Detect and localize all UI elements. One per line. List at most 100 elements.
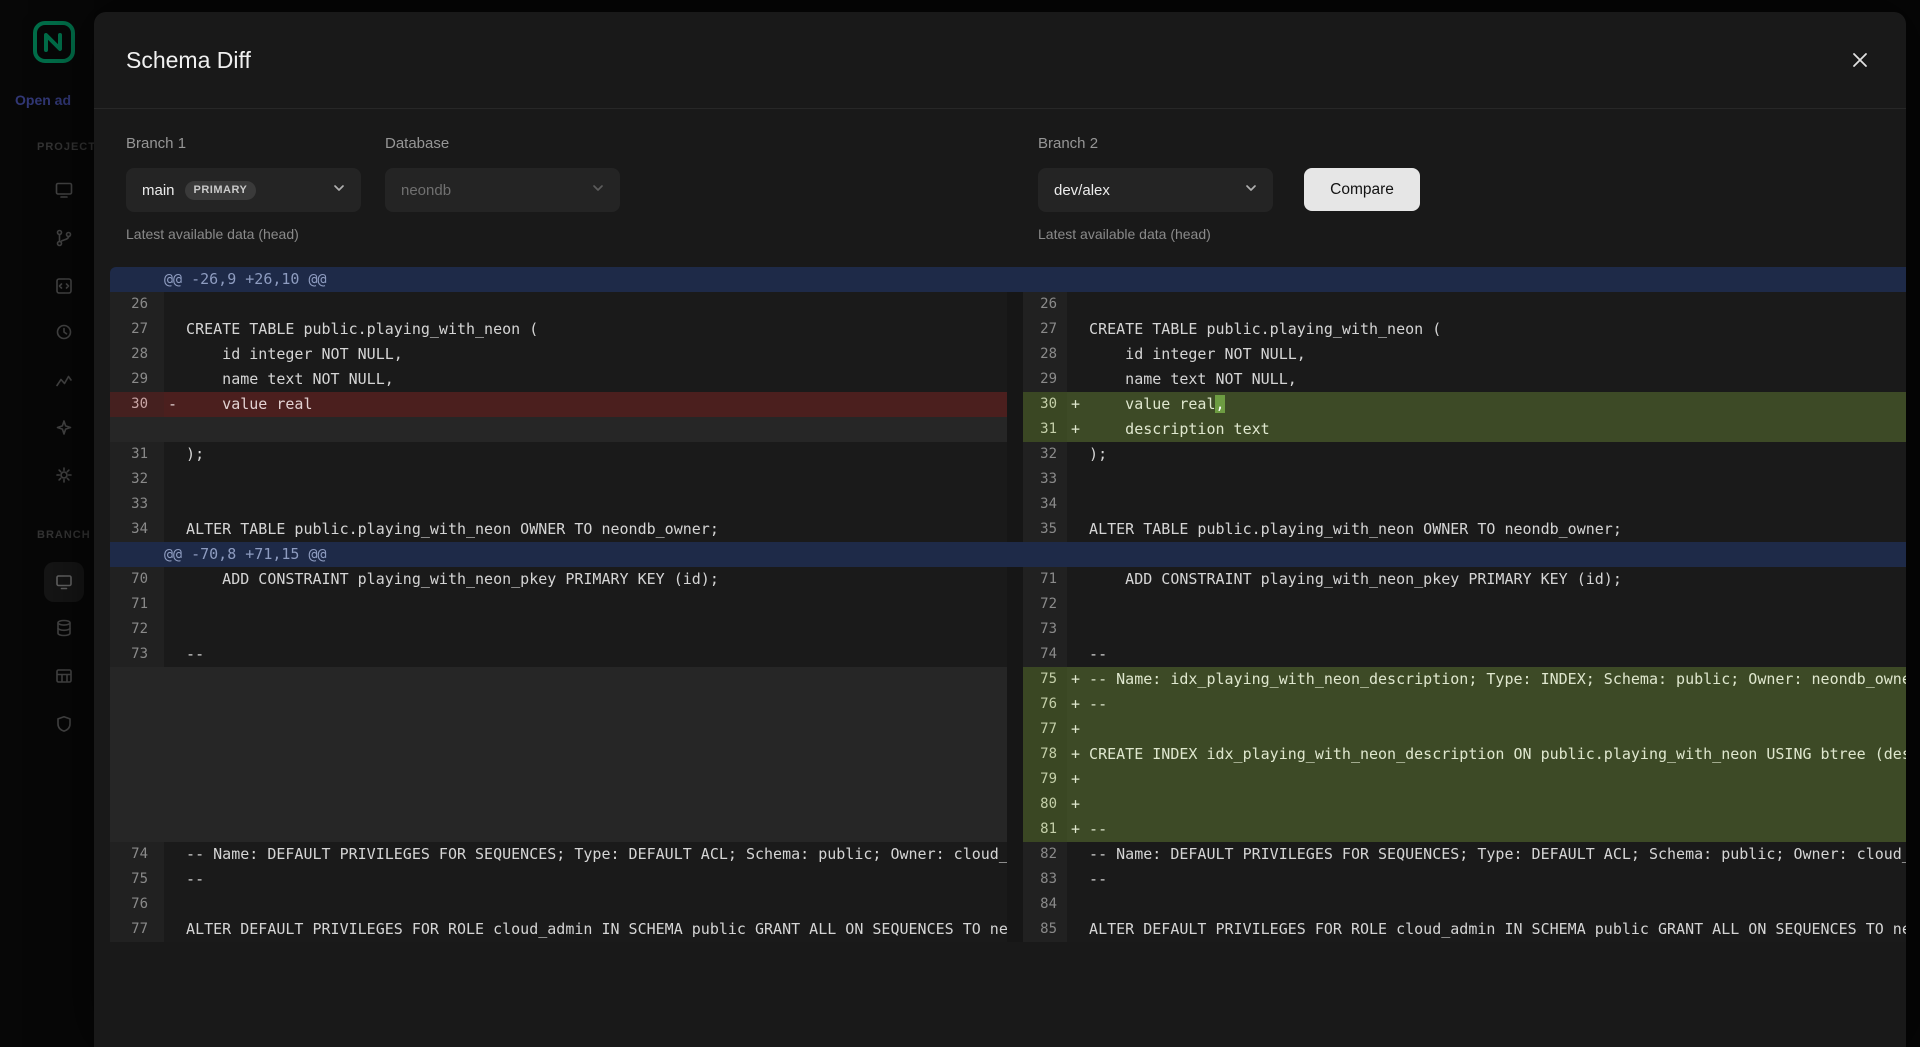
modal-header: Schema Diff: [94, 12, 1906, 109]
code-line: [1067, 292, 1906, 317]
line-number: 85: [1023, 917, 1067, 942]
code-line: + description text: [1067, 417, 1906, 442]
diff-row: 76 84: [110, 892, 1906, 917]
code-line: ADD CONSTRAINT playing_with_neon_pkey PR…: [164, 567, 1007, 592]
code-line: [164, 467, 1007, 492]
diff-cell: 76: [110, 892, 1007, 917]
code-line: --: [1067, 642, 1906, 667]
code-line: name text NOT NULL,: [164, 367, 1007, 392]
panel-gap: [1007, 342, 1023, 367]
diff-row: 30- value real30+ value real,: [110, 392, 1906, 417]
code-line: ALTER TABLE public.playing_with_neon OWN…: [1067, 517, 1906, 542]
line-number: 26: [110, 292, 164, 317]
diff-hunk-header: @@ -26,9 +26,10 @@: [110, 267, 1906, 292]
database-value: neondb: [401, 182, 451, 199]
branch1-label: Branch 1: [126, 135, 186, 152]
code-line: [1067, 892, 1906, 917]
modal-title: Schema Diff: [126, 47, 251, 74]
code-line: +--: [1067, 817, 1906, 842]
code-line: --: [1067, 867, 1906, 892]
diff-row: 31 );32 );: [110, 442, 1906, 467]
chevron-down-icon: [331, 180, 347, 201]
diff-cell: 32: [110, 467, 1007, 492]
diff-row: 73 --74 --: [110, 642, 1906, 667]
code-line: +-- Name: idx_playing_with_neon_descript…: [1067, 667, 1906, 692]
code-line: [1067, 592, 1906, 617]
diff-row: 78+CREATE INDEX idx_playing_with_neon_de…: [110, 742, 1906, 767]
line-number: 83: [1023, 867, 1067, 892]
line-number: 30: [110, 392, 164, 417]
panel-gap: [1007, 817, 1023, 842]
code-line: [164, 592, 1007, 617]
line-number: 76: [1023, 692, 1067, 717]
diff-row: 26 26: [110, 292, 1906, 317]
diff-cell: 81+--: [1023, 817, 1906, 842]
panel-gap: [1007, 492, 1023, 517]
diff-row: 81+--: [110, 817, 1906, 842]
diff-cell: 30+ value real,: [1023, 392, 1906, 417]
diff-cell: 27 CREATE TABLE public.playing_with_neon…: [1023, 317, 1906, 342]
code-line: id integer NOT NULL,: [164, 342, 1007, 367]
panel-gap: [1007, 642, 1023, 667]
close-icon[interactable]: [1846, 46, 1874, 74]
database-select[interactable]: neondb: [385, 168, 620, 212]
line-number: 34: [1023, 492, 1067, 517]
app-root: Open ad PROJECT: [0, 0, 1920, 1047]
diff-row: 75 --83 --: [110, 867, 1906, 892]
diff-cell: 29 name text NOT NULL,: [110, 367, 1007, 392]
panel-gap: [1007, 467, 1023, 492]
line-number: 71: [110, 592, 164, 617]
diff-cell: 83 --: [1023, 867, 1906, 892]
branch2-select[interactable]: dev/alex: [1038, 168, 1273, 212]
panel-gap: [1007, 742, 1023, 767]
code-line: );: [1067, 442, 1906, 467]
line-number: 29: [1023, 367, 1067, 392]
code-line: +: [1067, 792, 1906, 817]
diff-row: 72 73: [110, 617, 1906, 642]
panel-gap: [1007, 917, 1023, 942]
line-number: 78: [1023, 742, 1067, 767]
code-line: [164, 742, 1007, 767]
line-number: 79: [1023, 767, 1067, 792]
diff-row: 75+-- Name: idx_playing_with_neon_descri…: [110, 667, 1906, 692]
diff-cell: 28 id integer NOT NULL,: [110, 342, 1007, 367]
diff-cell: 71: [110, 592, 1007, 617]
diff-row: 32 33: [110, 467, 1906, 492]
panel-gap: [1007, 667, 1023, 692]
code-line: [164, 892, 1007, 917]
diff-row: 77+: [110, 717, 1906, 742]
diff-row: 34 ALTER TABLE public.playing_with_neon …: [110, 517, 1906, 542]
diff-cell: [110, 692, 1007, 717]
code-line: ALTER DEFAULT PRIVILEGES FOR ROLE cloud_…: [1067, 917, 1906, 942]
diff-row: 74 -- Name: DEFAULT PRIVILEGES FOR SEQUE…: [110, 842, 1906, 867]
diff-cell: 31 );: [110, 442, 1007, 467]
diff-row: 77 ALTER DEFAULT PRIVILEGES FOR ROLE clo…: [110, 917, 1906, 942]
diff-cell: 76+--: [1023, 692, 1906, 717]
code-line: CREATE TABLE public.playing_with_neon (: [1067, 317, 1906, 342]
diff-cell: 35 ALTER TABLE public.playing_with_neon …: [1023, 517, 1906, 542]
compare-button[interactable]: Compare: [1304, 168, 1420, 211]
line-number: 73: [1023, 617, 1067, 642]
line-number: 33: [1023, 467, 1067, 492]
line-number: [110, 817, 164, 842]
line-number: 84: [1023, 892, 1067, 917]
code-line: ADD CONSTRAINT playing_with_neon_pkey PR…: [1067, 567, 1906, 592]
line-number: 75: [110, 867, 164, 892]
code-line: --: [164, 642, 1007, 667]
line-number: 34: [110, 517, 164, 542]
panel-gap: [1007, 442, 1023, 467]
diff-cell: 80+: [1023, 792, 1906, 817]
diff-row: 31+ description text: [110, 417, 1906, 442]
diff-row: 33 34: [110, 492, 1906, 517]
panel-gap: [1007, 367, 1023, 392]
diff-cell: 28 id integer NOT NULL,: [1023, 342, 1906, 367]
diff-cell: [110, 742, 1007, 767]
code-line: [1067, 467, 1906, 492]
diff-cell: 27 CREATE TABLE public.playing_with_neon…: [110, 317, 1007, 342]
panel-gap: [1007, 317, 1023, 342]
line-number: 71: [1023, 567, 1067, 592]
branch1-select[interactable]: main PRIMARY: [126, 168, 361, 212]
database-label: Database: [385, 135, 449, 152]
diff-cell: 84: [1023, 892, 1906, 917]
diff-cell: [110, 667, 1007, 692]
